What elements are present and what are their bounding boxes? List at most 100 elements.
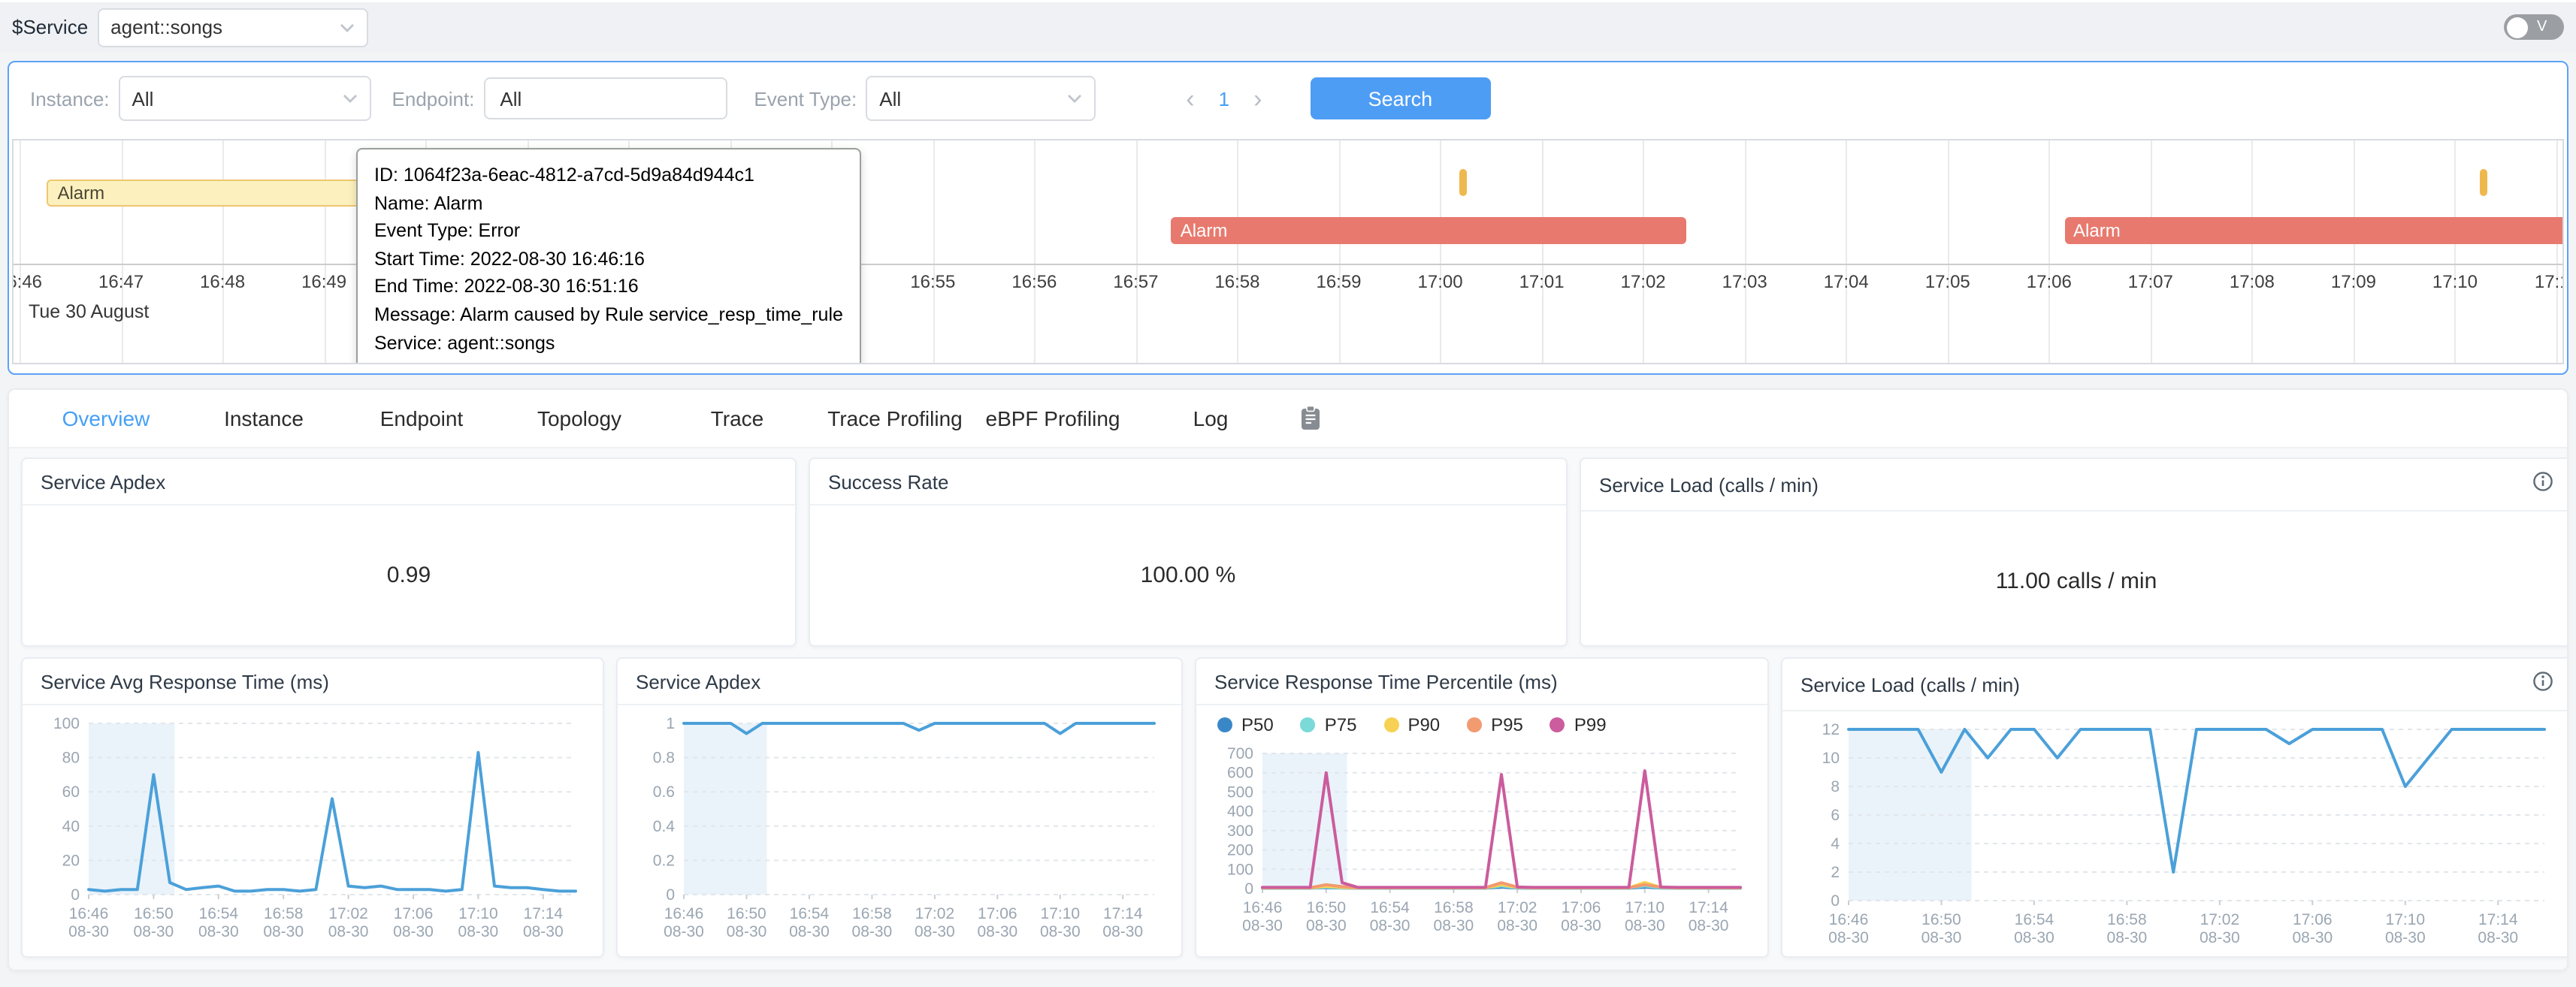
svg-text:16:5408-30: 16:5408-30 — [1370, 899, 1410, 934]
chart-cards-row: Service Avg Response Time (ms)0204060801… — [14, 657, 2562, 958]
svg-text:16:5008-30: 16:5008-30 — [727, 905, 767, 940]
timeline-gridline — [1948, 140, 1949, 363]
timeline-gridline — [1339, 140, 1341, 363]
prev-page-button[interactable]: ‹ — [1174, 86, 1206, 111]
version-toggle[interactable]: V — [2504, 14, 2564, 40]
tab-log[interactable]: Log — [1132, 406, 1290, 430]
dashboard-content: Service Apdex0.99Success Rate100.00 %Ser… — [9, 448, 2567, 971]
metric-card-title: Service Apdex — [41, 471, 165, 494]
timeline-tick-label: 17:09 — [2331, 271, 2376, 292]
tab-overview[interactable]: Overview — [27, 406, 185, 430]
chart-legend: P50 P75 P90 P95 P99 — [1196, 705, 1767, 735]
svg-text:0: 0 — [666, 886, 675, 904]
page-body: Instance: All Endpoint: All Event Type: … — [0, 52, 2576, 987]
svg-text:1: 1 — [666, 715, 675, 732]
svg-text:17:0608-30: 17:0608-30 — [1561, 899, 1601, 934]
svg-text:12: 12 — [1822, 721, 1840, 738]
timeline-gridline — [1745, 140, 1746, 363]
svg-text:17:1408-30: 17:1408-30 — [1689, 899, 1729, 934]
svg-text:17:1008-30: 17:1008-30 — [1040, 905, 1081, 940]
tab-trace-profiling[interactable]: Trace Profiling — [816, 406, 974, 430]
svg-text:200: 200 — [1227, 842, 1253, 859]
timeline-gridline — [2049, 140, 2051, 363]
metric-card-value: 0.99 — [23, 506, 795, 644]
legend-dot — [1467, 717, 1482, 732]
svg-text:0.8: 0.8 — [653, 750, 675, 767]
svg-text:17:1008-30: 17:1008-30 — [458, 905, 499, 940]
event-type-filter-label: Event Type: — [754, 87, 857, 110]
metric-card-success-rate: Success Rate100.00 % — [809, 457, 1568, 647]
chart-plot: 010020030040050060070016:4608-3016:5008-… — [1214, 738, 1752, 943]
svg-text:16:5008-30: 16:5008-30 — [1921, 911, 1962, 946]
legend-item-p50[interactable]: P50 — [1217, 714, 1274, 735]
legend-item-p95[interactable]: P95 — [1467, 714, 1523, 735]
svg-text:300: 300 — [1227, 822, 1253, 840]
timeline-gridline — [20, 140, 21, 363]
endpoint-filter-label: Endpoint: — [392, 87, 475, 110]
svg-text:500: 500 — [1227, 783, 1253, 801]
metric-card-title: Service Load (calls / min) — [1599, 474, 1819, 497]
chart-card-service-apdex: Service Apdex00.20.40.60.8116:4608-3016:… — [616, 657, 1183, 958]
metric-cards-row: Service Apdex 0.99Success Rate100.00 % Ser… — [14, 457, 2562, 647]
metric-card-value: 11.00 calls / min — [1581, 512, 2568, 647]
tab-ebpf-profiling[interactable]: eBPF Profiling — [974, 406, 1132, 430]
timeline-gridline — [1643, 140, 1645, 363]
svg-text:0.6: 0.6 — [653, 783, 675, 801]
event-filter-bar: Instance: All Endpoint: All Event Type: … — [9, 62, 2567, 134]
next-page-button[interactable]: › — [1241, 86, 1274, 111]
event-point-marker[interactable] — [2481, 169, 2487, 196]
tab-instance[interactable]: Instance — [185, 406, 343, 430]
svg-text:100: 100 — [1227, 861, 1253, 878]
tooltip-line: ID: 1064f23a-6eac-4812-a7cd-5d9a84d944c1 — [374, 161, 843, 189]
chart-title: Service Response Time Percentile (ms) — [1214, 671, 1558, 693]
metric-card-service-load-calls-min-: Service Load (calls / min) 11.00 calls / … — [1580, 457, 2568, 647]
timeline-tick-label: 16:57 — [1113, 271, 1158, 292]
current-page[interactable]: 1 — [1207, 87, 1241, 110]
svg-text:17:0608-30: 17:0608-30 — [977, 905, 1017, 940]
timeline-gridline — [2354, 140, 2355, 363]
instance-filter-label: Instance: — [30, 87, 110, 110]
service-select[interactable]: agent::songs — [97, 8, 367, 47]
svg-text:60: 60 — [62, 783, 80, 801]
chart-title: Service Apdex — [636, 671, 760, 693]
chevron-down-icon — [339, 23, 354, 32]
clipboard-icon[interactable] — [1299, 405, 1323, 432]
event-type-select[interactable]: All — [866, 76, 1096, 121]
svg-text:17:1408-30: 17:1408-30 — [1102, 905, 1143, 940]
svg-text:0: 0 — [1831, 892, 1840, 910]
endpoint-input[interactable]: All — [483, 77, 727, 119]
instance-select[interactable]: All — [119, 76, 371, 121]
timeline-tick-label: 17:06 — [2027, 271, 2072, 292]
tab-trace[interactable]: Trace — [658, 406, 816, 430]
svg-text:40: 40 — [62, 818, 80, 835]
metric-card-header: Success Rate — [810, 459, 1566, 506]
svg-text:17:1408-30: 17:1408-30 — [2478, 911, 2518, 946]
tab-endpoint[interactable]: Endpoint — [343, 406, 500, 430]
event-timeline[interactable]: 16:4616:4716:4816:4916:5016:5116:5216:53… — [12, 139, 2564, 364]
svg-text:17:0608-30: 17:0608-30 — [393, 905, 434, 940]
legend-item-p90[interactable]: P90 — [1383, 714, 1440, 735]
legend-item-p75[interactable]: P75 — [1301, 714, 1357, 735]
chart-card-header: Service Response Time Percentile (ms) — [1196, 659, 1767, 705]
legend-item-p99[interactable]: P99 — [1550, 714, 1607, 735]
svg-text:400: 400 — [1227, 803, 1253, 820]
tab-topology[interactable]: Topology — [500, 406, 658, 430]
chart-plot: 02040608010016:4608-3016:5008-3016:5408-… — [41, 708, 588, 949]
event-bar-alarm[interactable]: Alarm — [1172, 217, 1686, 244]
svg-text:16:5808-30: 16:5808-30 — [852, 905, 893, 940]
timeline-gridline — [121, 140, 122, 363]
info-icon[interactable] — [2532, 471, 2553, 500]
info-icon[interactable] — [2532, 671, 2553, 699]
event-bar-alarm[interactable]: Alarm — [2064, 217, 2564, 244]
legend-dot — [1550, 717, 1565, 732]
svg-text:2: 2 — [1831, 864, 1840, 881]
event-point-marker[interactable] — [1459, 169, 1466, 196]
tooltip-line: Message: Alarm caused by Rule service_re… — [374, 301, 843, 329]
svg-text:17:0208-30: 17:0208-30 — [328, 905, 369, 940]
toggle-label: V — [2537, 19, 2547, 35]
timeline-tick-label: 16:59 — [1316, 271, 1361, 292]
timeline-gridline — [1034, 140, 1036, 363]
search-button[interactable]: Search — [1310, 77, 1490, 119]
timeline-gridline — [2151, 140, 2152, 363]
timeline-tick-label: 17:02 — [1621, 271, 1666, 292]
